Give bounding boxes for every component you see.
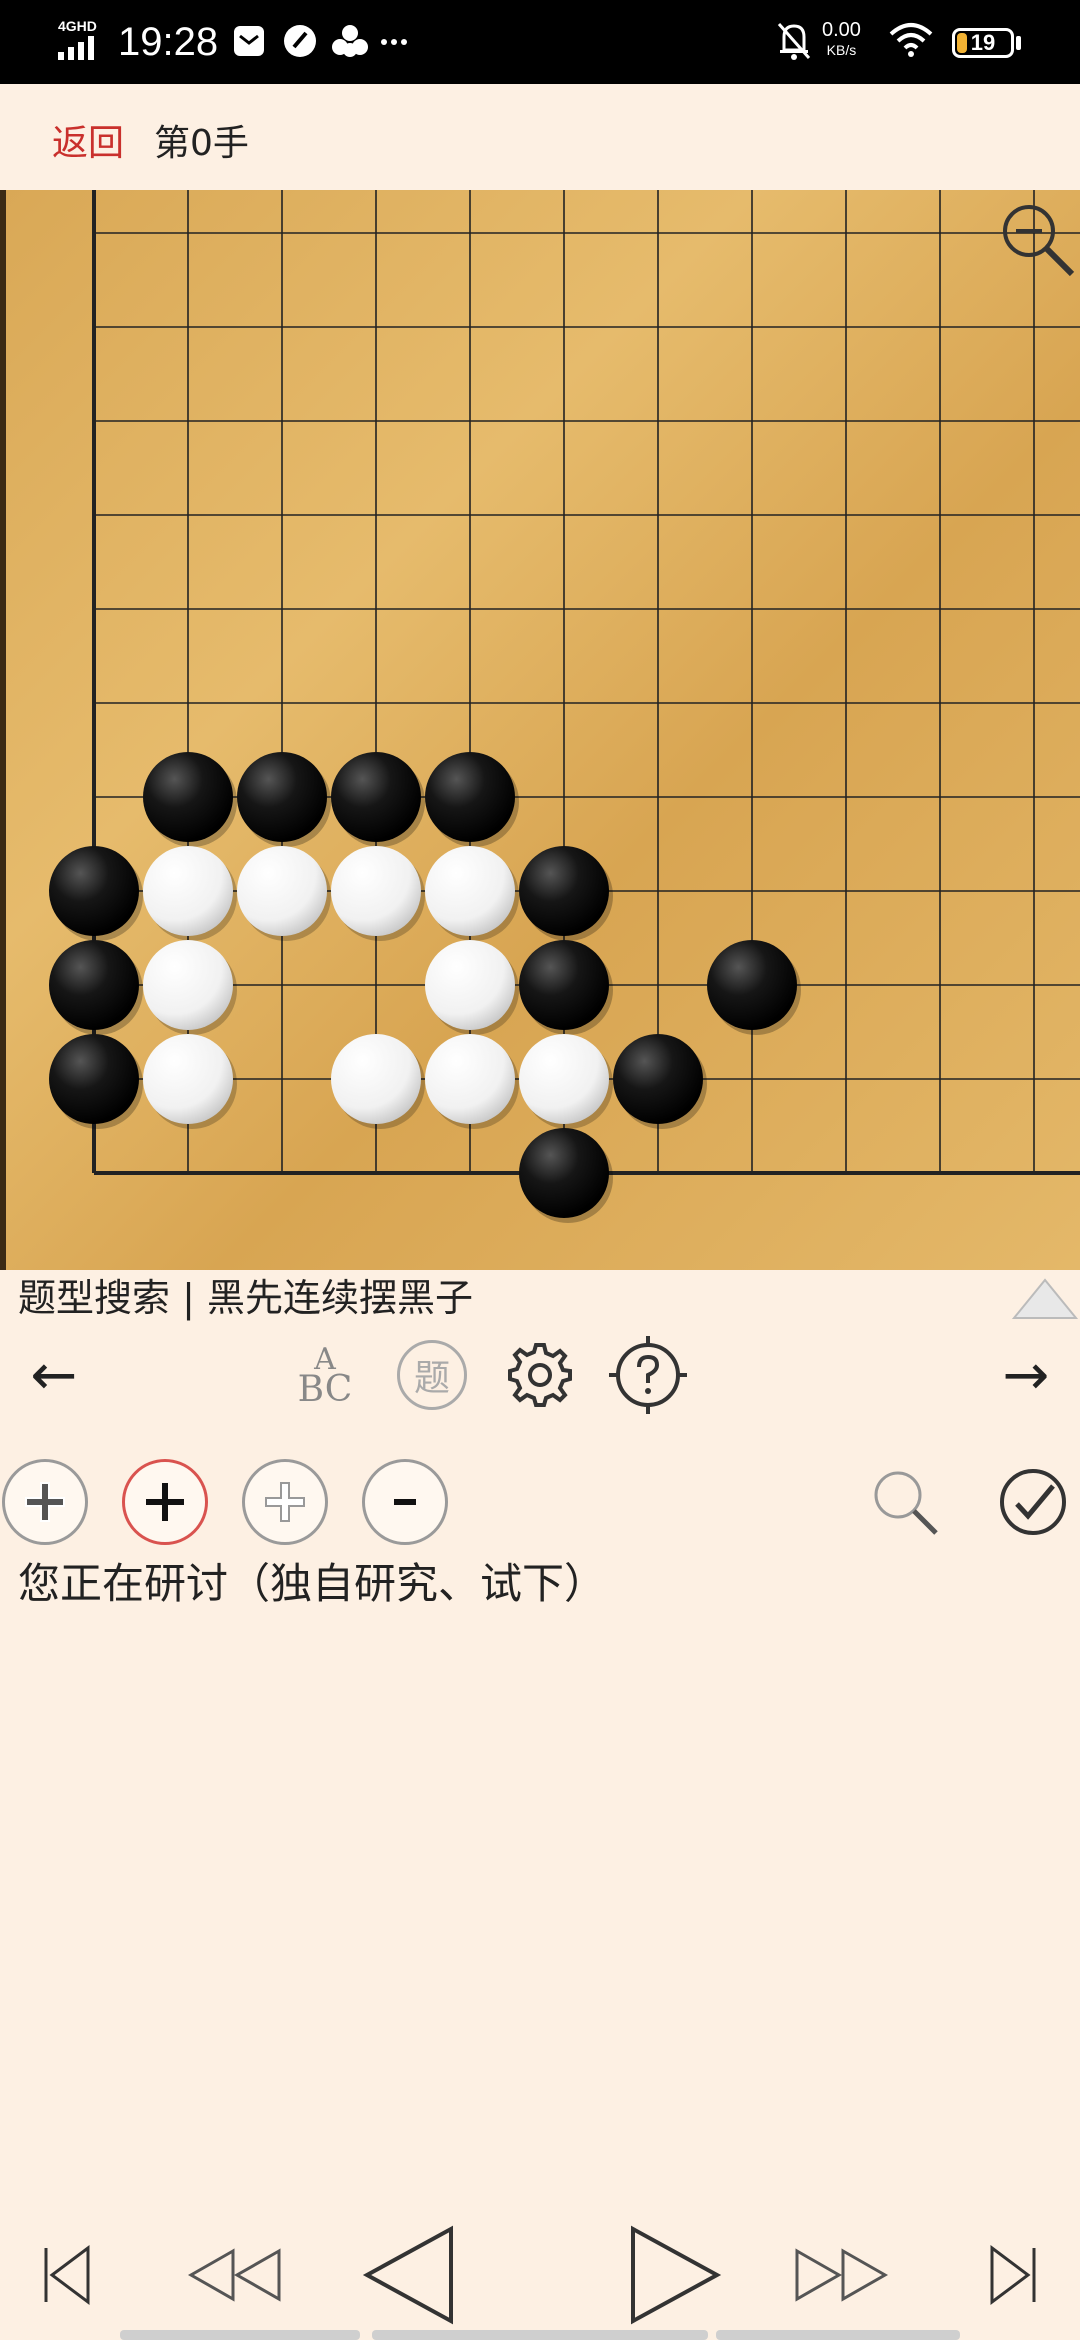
home-indicator-1 <box>120 2330 360 2340</box>
first-move-button[interactable] <box>22 2220 112 2330</box>
settings-button[interactable] <box>500 1330 580 1420</box>
black-stone <box>519 940 609 1030</box>
home-indicator-2 <box>372 2330 708 2340</box>
black-stone <box>613 1034 703 1124</box>
prev-arrow-icon: ← <box>30 1342 78 1408</box>
black-stone <box>519 1128 609 1218</box>
net-speed: 0.00 KB/s <box>822 20 861 60</box>
board-grid[interactable] <box>0 190 1080 1270</box>
wifi-icon <box>889 23 933 57</box>
header: 返回 第0手 <box>0 84 1080 190</box>
help-button[interactable] <box>608 1330 688 1420</box>
clock: 19:28 <box>118 20 219 64</box>
black-stone <box>143 752 233 842</box>
forward-move-button[interactable] <box>620 2220 730 2330</box>
add-white-icon <box>265 1482 305 1522</box>
net-speed-value: 0.00 <box>822 19 861 41</box>
next-arrow-icon: → <box>1002 1342 1050 1408</box>
white-stone <box>143 846 233 936</box>
edit-tools <box>0 1455 1080 1555</box>
signal-icon <box>58 36 94 60</box>
black-stone <box>519 846 609 936</box>
go-board[interactable] <box>0 190 1080 1270</box>
black-stone <box>331 752 421 842</box>
abc-bottom: BC <box>297 1369 353 1410</box>
add-white-button[interactable] <box>242 1459 328 1545</box>
prev-problem-button[interactable]: ← <box>14 1330 94 1420</box>
last-icon <box>990 2245 1036 2305</box>
search-button[interactable] <box>862 1459 948 1545</box>
white-stone <box>237 846 327 936</box>
battery-icon: 19 <box>952 28 1014 58</box>
first-icon <box>44 2245 90 2305</box>
add-black-button[interactable] <box>2 1459 88 1545</box>
black-stone <box>425 752 515 842</box>
black-stone <box>237 752 327 842</box>
back-move-button[interactable] <box>354 2220 464 2330</box>
confirm-icon <box>1000 1469 1066 1535</box>
add-black-icon <box>25 1482 65 1522</box>
black-stone <box>49 940 139 1030</box>
black-stone <box>707 940 797 1030</box>
back-button[interactable]: 返回 <box>52 114 124 166</box>
black-stone <box>49 1034 139 1124</box>
white-stone <box>519 1034 609 1124</box>
next-problem-button[interactable]: → <box>986 1330 1066 1420</box>
battery-tip <box>1016 36 1021 50</box>
status-message: 您正在研讨（独自研究、试下） <box>18 1559 607 1608</box>
confirm-button[interactable] <box>990 1459 1076 1545</box>
net-speed-unit: KB/s <box>826 42 857 58</box>
remove-button[interactable] <box>362 1459 448 1545</box>
black-stone <box>49 846 139 936</box>
forward-icon <box>631 2225 722 2325</box>
network-label: 4GHD <box>58 18 97 34</box>
status-bar: 4GHD 19:28 0.00 KB/s 19 <box>0 0 1080 84</box>
fast-forward-button[interactable] <box>786 2220 896 2330</box>
home-indicator-3 <box>716 2330 960 2340</box>
ti-button[interactable]: 题 <box>392 1330 472 1420</box>
ti-icon: 题 <box>397 1340 467 1410</box>
notification-icons <box>234 25 407 57</box>
fast-forward-icon <box>795 2248 889 2302</box>
problem-title: 题型搜索 | 黑先连续摆黑子 <box>18 1276 473 1320</box>
abc-icon: A BC <box>297 1345 353 1410</box>
move-number: 第0手 <box>154 123 249 164</box>
white-stone <box>143 940 233 1030</box>
zoom-out-icon[interactable] <box>996 198 1076 278</box>
toolbar: ← A BC 题 → <box>0 1330 1080 1420</box>
fast-back-button[interactable] <box>180 2220 290 2330</box>
collapse-icon[interactable] <box>1010 1274 1080 1324</box>
mute-bell-icon <box>777 23 811 60</box>
abc-button[interactable]: A BC <box>290 1330 360 1420</box>
battery-level: 19 <box>970 30 996 55</box>
white-stone <box>143 1034 233 1124</box>
add-icon <box>146 1483 184 1521</box>
last-move-button[interactable] <box>968 2220 1058 2330</box>
white-stone <box>425 940 515 1030</box>
fast-back-icon <box>187 2248 281 2302</box>
search-icon <box>874 1471 938 1535</box>
white-stone <box>425 846 515 936</box>
white-stone <box>425 1034 515 1124</box>
board-edge <box>0 190 6 1270</box>
ti-label: 题 <box>413 1358 450 1399</box>
white-stone <box>331 1034 421 1124</box>
back-icon <box>362 2225 453 2325</box>
move-navigation <box>0 2220 1080 2330</box>
help-crosshair-icon <box>609 1336 687 1414</box>
remove-icon <box>394 1499 416 1505</box>
add-button[interactable] <box>122 1459 208 1545</box>
white-stone <box>331 846 421 936</box>
gear-icon <box>508 1343 572 1407</box>
